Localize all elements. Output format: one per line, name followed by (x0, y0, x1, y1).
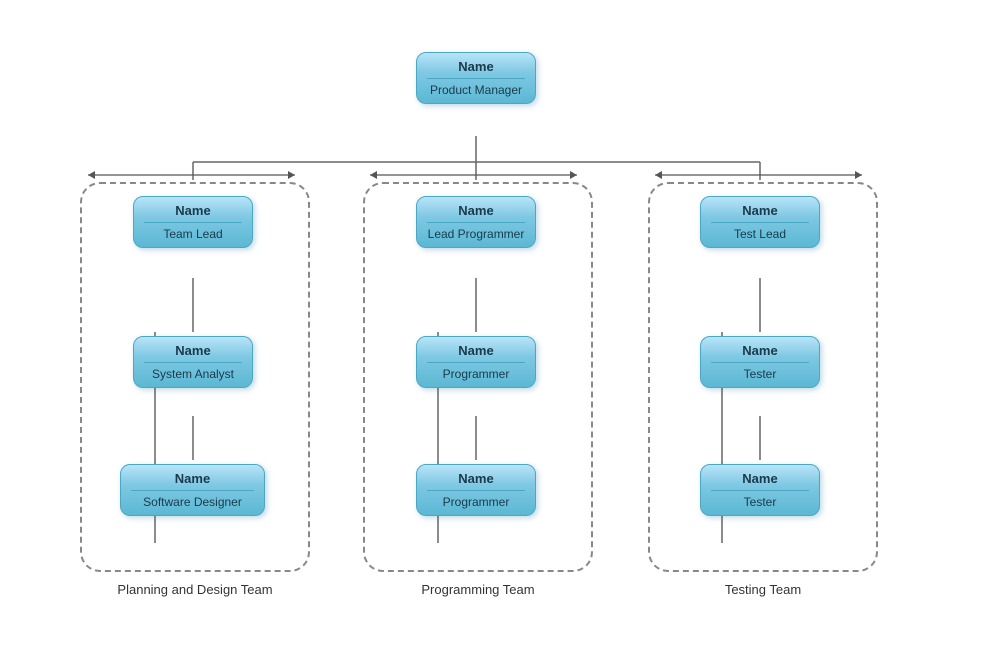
team-lead-name: Name (144, 203, 242, 223)
system-analyst-node[interactable]: Name System Analyst (133, 336, 253, 388)
programmer2-name: Name (427, 471, 525, 491)
planning-group-label: Planning and Design Team (80, 582, 310, 597)
programming-group-label: Programming Team (363, 582, 593, 597)
tester1-name: Name (711, 343, 809, 363)
software-designer-role: Software Designer (131, 495, 254, 509)
tester1-node[interactable]: Name Tester (700, 336, 820, 388)
software-designer-name: Name (131, 471, 254, 491)
system-analyst-name: Name (144, 343, 242, 363)
team-lead-role: Team Lead (144, 227, 242, 241)
product-manager-node[interactable]: Name Product Manager (416, 52, 536, 104)
software-designer-node[interactable]: Name Software Designer (120, 464, 265, 516)
programmer1-name: Name (427, 343, 525, 363)
programmer1-node[interactable]: Name Programmer (416, 336, 536, 388)
programmer2-node[interactable]: Name Programmer (416, 464, 536, 516)
tester2-name: Name (711, 471, 809, 491)
tester2-role: Tester (711, 495, 809, 509)
diagram-container: Name Product Manager Name Team Lead Name… (0, 0, 993, 647)
lead-programmer-node[interactable]: Name Lead Programmer (416, 196, 536, 248)
programmer2-role: Programmer (427, 495, 525, 509)
tester1-role: Tester (711, 367, 809, 381)
programmer1-role: Programmer (427, 367, 525, 381)
tester2-node[interactable]: Name Tester (700, 464, 820, 516)
test-lead-role: Test Lead (711, 227, 809, 241)
test-lead-name: Name (711, 203, 809, 223)
team-lead-node[interactable]: Name Team Lead (133, 196, 253, 248)
test-lead-node[interactable]: Name Test Lead (700, 196, 820, 248)
lead-programmer-role: Lead Programmer (427, 227, 525, 241)
product-manager-role: Product Manager (427, 83, 525, 97)
lead-programmer-name: Name (427, 203, 525, 223)
product-manager-name: Name (427, 59, 525, 79)
testing-group-label: Testing Team (648, 582, 878, 597)
system-analyst-role: System Analyst (144, 367, 242, 381)
